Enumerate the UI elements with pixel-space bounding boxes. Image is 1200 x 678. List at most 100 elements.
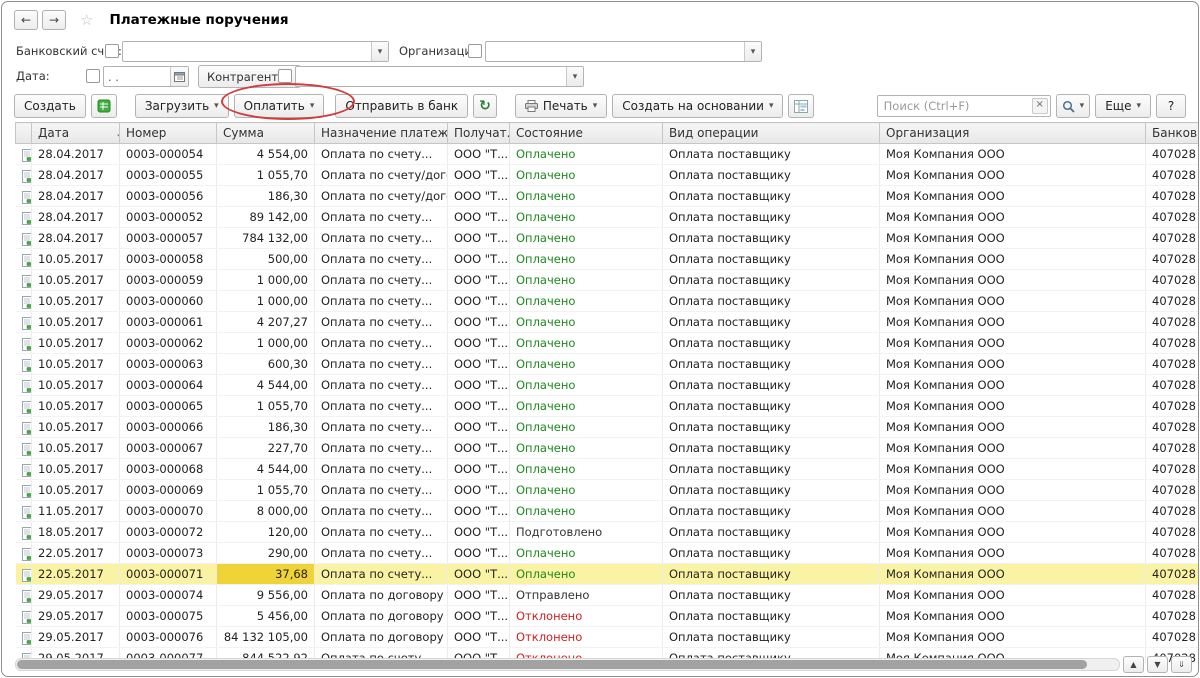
- table-row[interactable]: 28.04.2017 0003-000055 1 055,70 Оплата п…: [16, 165, 1199, 186]
- cell-organization: Моя Компания ООО: [880, 249, 1146, 270]
- more-button[interactable]: Еще▾: [1095, 94, 1151, 118]
- column-header-operation[interactable]: Вид операции: [663, 123, 880, 144]
- cell-bank: 407028: [1146, 312, 1199, 333]
- cell-number: 0003-000062: [120, 333, 217, 354]
- cell-number: 0003-000072: [120, 522, 217, 543]
- date-label: Дата:: [16, 69, 50, 83]
- table-row[interactable]: 10.05.2017 0003-000062 1 000,00 Оплата п…: [16, 333, 1199, 354]
- cell-purpose: Оплата по счету...: [315, 144, 448, 165]
- scroll-to-end-button[interactable]: ⇓: [1171, 656, 1192, 673]
- counterparty-dropdown-button[interactable]: ▾: [566, 67, 583, 86]
- table-row[interactable]: 22.05.2017 0003-000071 37,68 Оплата по с…: [16, 564, 1199, 585]
- column-header-icon[interactable]: [16, 123, 32, 144]
- cell-organization: Моя Компания ООО: [880, 543, 1146, 564]
- date-input[interactable]: [104, 67, 170, 86]
- help-button[interactable]: ?: [1156, 94, 1186, 118]
- cell-purpose: Оплата по договору ...: [315, 606, 448, 627]
- cell-status: Отклонено: [510, 606, 663, 627]
- cell-payee: ООО "Т...: [448, 606, 510, 627]
- cell-purpose: Оплата по счету...: [315, 459, 448, 480]
- column-header-payee[interactable]: Получат...: [448, 123, 510, 144]
- table-row[interactable]: 10.05.2017 0003-000068 4 544,00 Оплата п…: [16, 459, 1199, 480]
- create-copy-icon-button[interactable]: [91, 94, 117, 118]
- table-row[interactable]: 10.05.2017 0003-000067 227,70 Оплата по …: [16, 438, 1199, 459]
- column-header-purpose[interactable]: Назначение платежа: [315, 123, 448, 144]
- search-input[interactable]: [878, 99, 1050, 113]
- search-clear-button[interactable]: ×: [1032, 98, 1048, 114]
- horizontal-scrollbar-thumb[interactable]: [17, 660, 1087, 669]
- table-row[interactable]: 28.04.2017 0003-000057 784 132,00 Оплата…: [16, 228, 1199, 249]
- cell-amount: 600,30: [217, 354, 315, 375]
- create-button-label: Создать: [24, 99, 76, 113]
- doc-icon-cell: [16, 606, 32, 627]
- table-row[interactable]: 10.05.2017 0003-000061 4 207,27 Оплата п…: [16, 312, 1199, 333]
- table-row[interactable]: 10.05.2017 0003-000064 4 544,00 Оплата п…: [16, 375, 1199, 396]
- cell-purpose: Оплата по счету...: [315, 417, 448, 438]
- doc-icon-cell: [16, 585, 32, 606]
- table-row[interactable]: 18.05.2017 0003-000072 120,00 Оплата по …: [16, 522, 1199, 543]
- table-row[interactable]: 10.05.2017 0003-000065 1 055,70 Оплата п…: [16, 396, 1199, 417]
- back-button[interactable]: ←: [14, 10, 38, 30]
- send-to-bank-button[interactable]: Отправить в банк: [335, 94, 468, 118]
- doc-icon-cell: [16, 249, 32, 270]
- table-row[interactable]: 28.04.2017 0003-000056 186,30 Оплата по …: [16, 186, 1199, 207]
- cell-bank: 407028: [1146, 501, 1199, 522]
- date-checkbox[interactable]: [86, 69, 100, 83]
- column-header-organization[interactable]: Организация: [880, 123, 1146, 144]
- refresh-button[interactable]: ↻: [473, 94, 497, 118]
- column-header-amount[interactable]: Сумма: [217, 123, 315, 144]
- create-based-on-button[interactable]: Создать на основании▾: [612, 94, 783, 118]
- table-row[interactable]: 10.05.2017 0003-000058 500,00 Оплата по …: [16, 249, 1199, 270]
- document-posted-icon: [22, 170, 32, 184]
- bank-account-dropdown-button[interactable]: ▾: [371, 42, 388, 61]
- doc-icon-cell: [16, 627, 32, 648]
- cell-purpose: Оплата по счету...: [315, 375, 448, 396]
- organization-checkbox[interactable]: [468, 44, 482, 58]
- cell-amount: 1 055,70: [217, 480, 315, 501]
- print-button[interactable]: Печать▾: [515, 94, 607, 118]
- related-report-button[interactable]: [788, 94, 814, 118]
- cell-date: 28.04.2017: [32, 228, 120, 249]
- scroll-up-button[interactable]: ▲: [1123, 656, 1144, 673]
- organization-input[interactable]: [486, 42, 744, 61]
- column-header-bank[interactable]: Банков: [1146, 123, 1199, 144]
- cell-bank: 407028: [1146, 144, 1199, 165]
- load-button[interactable]: Загрузить▾: [135, 94, 229, 118]
- table-row[interactable]: 10.05.2017 0003-000059 1 000,00 Оплата п…: [16, 270, 1199, 291]
- counterparty-checkbox[interactable]: [278, 69, 292, 83]
- table-row[interactable]: 10.05.2017 0003-000060 1 000,00 Оплата п…: [16, 291, 1199, 312]
- cell-amount: 4 554,00: [217, 144, 315, 165]
- table-row[interactable]: 10.05.2017 0003-000069 1 055,70 Оплата п…: [16, 480, 1199, 501]
- table-row[interactable]: 11.05.2017 0003-000070 8 000,00 Оплата п…: [16, 501, 1199, 522]
- table-row[interactable]: 29.05.2017 0003-000075 5 456,00 Оплата п…: [16, 606, 1199, 627]
- create-button[interactable]: Создать: [14, 94, 86, 118]
- table-row[interactable]: 22.05.2017 0003-000073 290,00 Оплата по …: [16, 543, 1199, 564]
- cell-operation: Оплата поставщику: [663, 417, 880, 438]
- column-header-date[interactable]: Дата↓: [32, 123, 120, 144]
- cell-payee: ООО "Т...: [448, 438, 510, 459]
- bank-account-input[interactable]: [123, 42, 371, 61]
- table-row[interactable]: 29.05.2017 0003-000074 9 556,00 Оплата п…: [16, 585, 1199, 606]
- table-row[interactable]: 10.05.2017 0003-000066 186,30 Оплата по …: [16, 417, 1199, 438]
- cell-status: Оплачено: [510, 249, 663, 270]
- forward-button[interactable]: →: [42, 10, 66, 30]
- table-row[interactable]: 29.05.2017 0003-000076 84 132 105,00 Опл…: [16, 627, 1199, 648]
- column-header-number[interactable]: Номер: [120, 123, 217, 144]
- favorite-star-icon[interactable]: ☆: [80, 11, 93, 29]
- bank-account-checkbox[interactable]: [105, 44, 119, 58]
- cell-purpose: Оплата по счету...: [315, 249, 448, 270]
- cell-organization: Моя Компания ООО: [880, 585, 1146, 606]
- counterparty-input[interactable]: [296, 67, 566, 86]
- horizontal-scrollbar[interactable]: [15, 658, 1120, 671]
- table-row[interactable]: 28.04.2017 0003-000052 89 142,00 Оплата …: [16, 207, 1199, 228]
- column-header-status[interactable]: Состояние: [510, 123, 663, 144]
- table-row[interactable]: 28.04.2017 0003-000054 4 554,00 Оплата п…: [16, 144, 1199, 165]
- calendar-icon[interactable]: [170, 67, 188, 86]
- scroll-down-button[interactable]: ▼: [1147, 656, 1168, 673]
- search-button[interactable]: ▾: [1056, 94, 1091, 118]
- pay-button[interactable]: Оплатить▾: [234, 94, 325, 118]
- table-row[interactable]: 10.05.2017 0003-000063 600,30 Оплата по …: [16, 354, 1199, 375]
- chevron-down-icon: ▾: [769, 101, 774, 111]
- organization-dropdown-button[interactable]: ▾: [744, 42, 761, 61]
- document-posted-icon: [22, 317, 32, 331]
